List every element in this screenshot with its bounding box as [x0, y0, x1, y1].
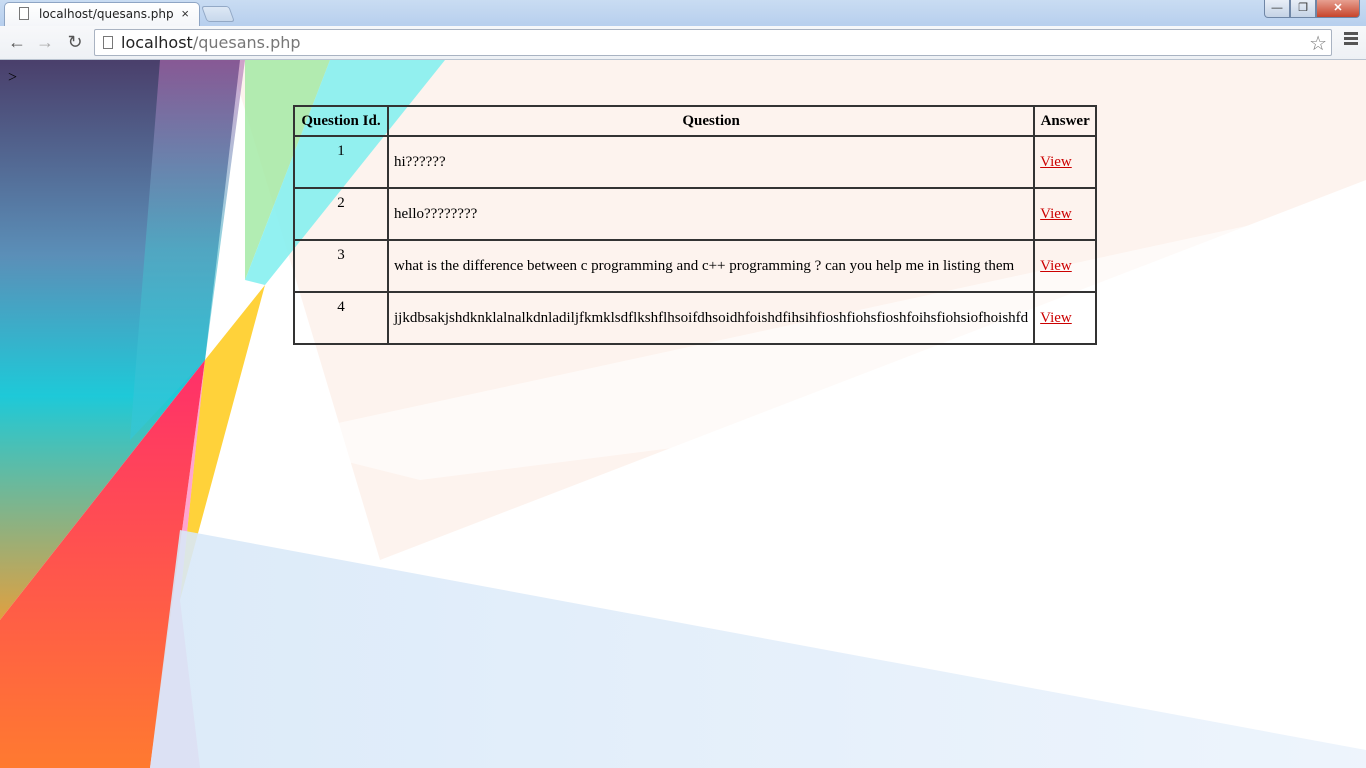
title-bar: localhost/quesans.php × — ❐ ✕ [0, 0, 1366, 26]
forward-arrow-icon[interactable]: → [34, 31, 56, 53]
address-bar[interactable]: localhost/quesans.php ☆ [94, 29, 1332, 56]
table-row: 3 what is the difference between c progr… [293, 239, 1098, 293]
question-text: jjkdbsakjshdknklalnalkdnladiljfkmklsdflk… [386, 291, 1036, 345]
question-id: 4 [293, 291, 389, 345]
answer-cell: View [1033, 187, 1098, 241]
close-window-button[interactable]: ✕ [1316, 0, 1360, 18]
browser-toolbar: ← → ↻ localhost/quesans.php ☆ [0, 26, 1366, 60]
table-row: 1 hi?????? View [293, 135, 1098, 189]
url-text[interactable]: localhost/quesans.php [121, 33, 301, 52]
answer-cell: View [1033, 239, 1098, 293]
question-text: what is the difference between c program… [386, 239, 1036, 293]
table-row: 2 hello???????? View [293, 187, 1098, 241]
question-text: hello???????? [386, 187, 1036, 241]
back-arrow-icon[interactable]: ← [6, 31, 28, 53]
stray-text: > [8, 69, 18, 86]
header-answer: Answer [1033, 105, 1098, 137]
header-question: Question [386, 105, 1036, 137]
table-row: 4 jjkdbsakjshdknklalnalkdnladiljfkmklsdf… [293, 291, 1098, 345]
question-id: 1 [293, 135, 389, 189]
url-path: /quesans.php [192, 33, 301, 52]
new-tab-button[interactable] [201, 6, 235, 22]
url-host: localhost [121, 33, 193, 52]
question-id: 3 [293, 239, 389, 293]
view-answer-link[interactable]: View [1040, 154, 1072, 170]
answer-cell: View [1033, 135, 1098, 189]
question-text: hi?????? [386, 135, 1036, 189]
restore-button[interactable]: ❐ [1290, 0, 1316, 18]
header-question-id: Question Id. [293, 105, 389, 137]
page-viewport: > Question Id. Question Answer 1 hi?????… [0, 60, 1366, 768]
window-controls: — ❐ ✕ [1264, 0, 1360, 18]
browser-tab[interactable]: localhost/quesans.php × [4, 2, 200, 26]
question-id: 2 [293, 187, 389, 241]
bookmark-star-icon[interactable]: ☆ [1309, 31, 1327, 56]
tab-title: localhost/quesans.php [39, 7, 174, 21]
reload-icon[interactable]: ↻ [64, 31, 86, 53]
page-icon [19, 7, 29, 20]
menu-icon[interactable] [1344, 32, 1358, 47]
minimize-button[interactable]: — [1264, 0, 1290, 18]
view-answer-link[interactable]: View [1040, 206, 1072, 222]
answer-cell: View [1033, 291, 1098, 345]
page-icon [103, 36, 113, 49]
view-answer-link[interactable]: View [1040, 258, 1072, 274]
tab-close-icon[interactable]: × [181, 6, 189, 21]
view-answer-link[interactable]: View [1040, 310, 1072, 326]
table-header-row: Question Id. Question Answer [293, 105, 1098, 137]
questions-table: Question Id. Question Answer 1 hi?????? … [293, 105, 1098, 345]
